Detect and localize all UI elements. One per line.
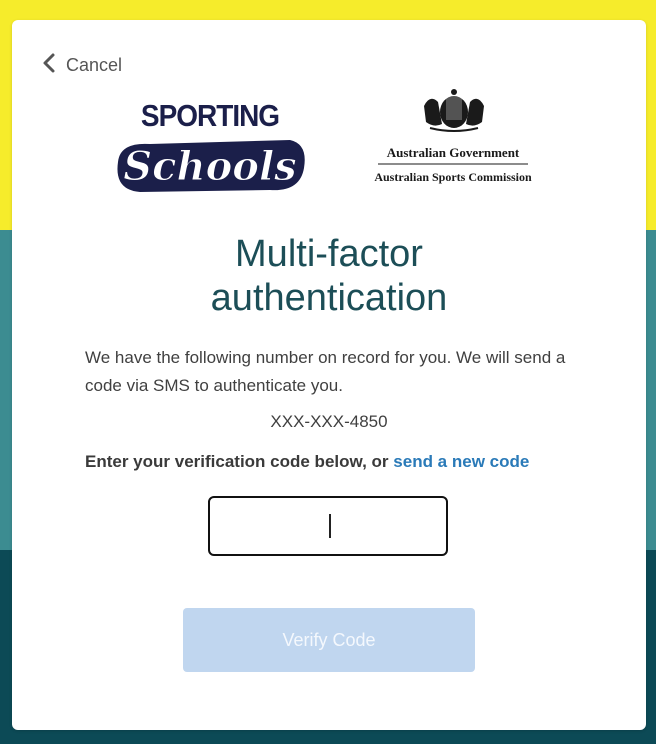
page-title: Multi-factor authentication	[210, 233, 448, 319]
send-new-code-link[interactable]: send a new code	[393, 452, 529, 471]
sporting-schools-logo: SPORTING Schools	[110, 92, 310, 202]
svg-text:Schools: Schools	[123, 143, 296, 190]
coat-of-arms-icon	[424, 89, 484, 132]
chevron-left-icon	[42, 52, 66, 79]
svg-text:Australian Sports Commission: Australian Sports Commission	[374, 170, 532, 184]
svg-text:SPORTING: SPORTING	[141, 99, 279, 134]
cancel-link[interactable]: Cancel	[42, 52, 122, 79]
svg-text:Australian Government: Australian Government	[387, 145, 520, 160]
verify-code-button[interactable]: Verify Code	[183, 608, 475, 672]
masked-phone-number: XXX-XXX-4850	[270, 412, 388, 431]
prompt-text: Enter your verification code below, or	[85, 452, 394, 471]
cancel-label: Cancel	[66, 55, 123, 75]
verification-prompt: Enter your verification code below, or s…	[85, 452, 605, 472]
australian-government-logo: Australian Government Australian Sports …	[364, 88, 542, 188]
mfa-card: Cancel SPORTING Schools Australian Gover…	[12, 20, 646, 730]
text-caret	[329, 514, 331, 538]
intro-text: We have the following number on record f…	[85, 348, 566, 395]
verification-code-input[interactable]	[208, 496, 448, 556]
